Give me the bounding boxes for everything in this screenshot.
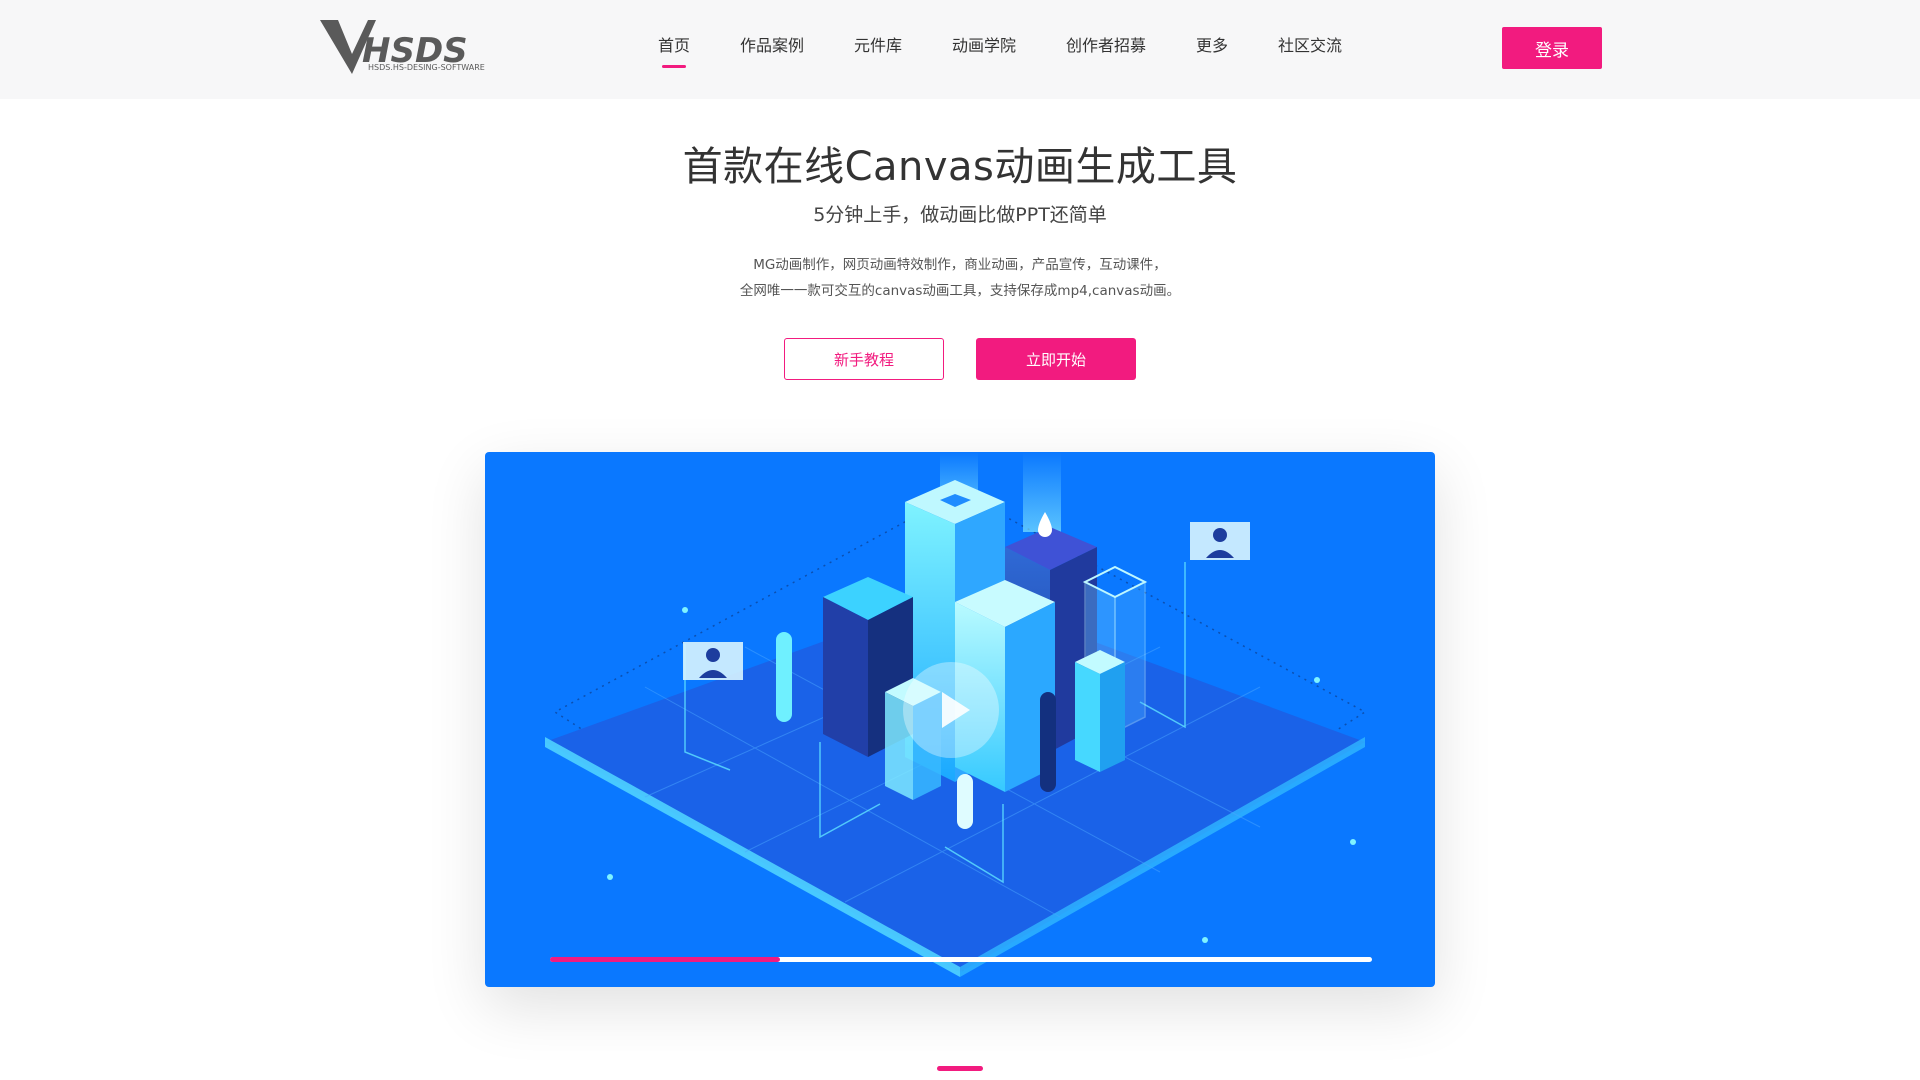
nav-item-community[interactable]: 社区交流 — [1278, 30, 1342, 70]
nav-item-works[interactable]: 作品案例 — [740, 30, 804, 70]
nav-item-components[interactable]: 元件库 — [854, 30, 902, 70]
nav-item-recruit[interactable]: 创作者招募 — [1066, 30, 1146, 70]
page-subtitle: 5分钟上手，做动画比做PPT还简单 — [813, 204, 1107, 226]
hero-description: MG动画制作，网页动画特效制作，商业动画，产品宣传，互动课件， 全网唯一一款可交… — [0, 252, 1920, 304]
nav-item-label: 社区交流 — [1278, 36, 1343, 55]
login-button[interactable]: 登录 — [1502, 27, 1602, 69]
nav-item-label: 作品案例 — [740, 36, 805, 55]
nav-item-label: 创作者招募 — [1066, 36, 1147, 55]
tutorial-button[interactable]: 新手教程 — [784, 338, 944, 380]
header: HSDS HSDS.HS-DESING-SOFTWARE 首页 作品案例 元件库… — [0, 0, 1920, 99]
page-title: 首款在线Canvas动画生成工具 — [682, 144, 1238, 190]
nav-item-label: 更多 — [1196, 36, 1229, 55]
nav-item-home[interactable]: 首页 — [658, 30, 690, 70]
nav-item-more[interactable]: 更多 — [1196, 30, 1228, 70]
video-progress-bar[interactable] — [550, 957, 1372, 962]
start-button[interactable]: 立即开始 — [976, 338, 1136, 380]
nav-item-label: 动画学院 — [952, 36, 1017, 55]
logo-mark: HSDS HSDS.HS-DESING-SOFTWARE — [320, 20, 485, 74]
nav-item-label: 首页 — [658, 36, 691, 55]
video-player[interactable] — [485, 452, 1435, 987]
nav-active-indicator — [662, 65, 686, 68]
hero-description-line: MG动画制作，网页动画特效制作，商业动画，产品宣传，互动课件， — [753, 257, 1167, 273]
hero-description-line: 全网唯一一款可交互的canvas动画工具，支持保存成mp4,canvas动画。 — [739, 283, 1181, 299]
logo-tagline: HSDS.HS-DESING-SOFTWARE — [368, 63, 485, 72]
avatar-card-icon — [1190, 522, 1250, 560]
play-icon[interactable] — [903, 662, 999, 758]
avatar-card-icon — [683, 642, 743, 680]
video-progress-fill — [550, 957, 781, 962]
nav-item-label: 元件库 — [854, 36, 903, 55]
nav-item-academy[interactable]: 动画学院 — [952, 30, 1016, 70]
logo[interactable]: HSDS HSDS.HS-DESING-SOFTWARE — [318, 18, 534, 80]
section-divider — [937, 1066, 983, 1071]
